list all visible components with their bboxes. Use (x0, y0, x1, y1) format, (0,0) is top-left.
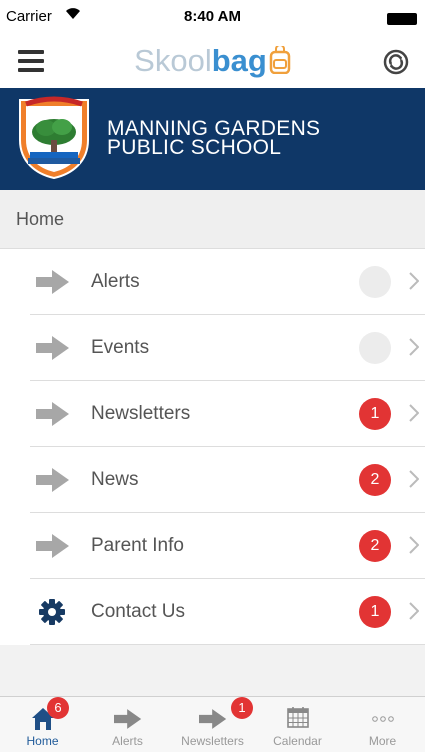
arrow-right-icon (36, 270, 70, 299)
section-title: Home (16, 209, 65, 229)
menu-item-label: News (91, 469, 139, 490)
tab-label: Alerts (112, 734, 143, 748)
count-badge: 2 (359, 464, 391, 496)
arrow-right-icon (36, 336, 70, 365)
tab-label: Newsletters (181, 734, 244, 748)
menu-item-label: Newsletters (91, 403, 191, 424)
backpack-icon (269, 44, 291, 81)
school-name: MANNING GARDENS PUBLIC SCHOOL (107, 118, 320, 159)
menu-item-news[interactable]: News 2 (0, 447, 425, 513)
home-icon (0, 705, 85, 731)
arrow-right-icon (36, 534, 70, 563)
count-badge: 0 (359, 332, 391, 364)
tab-label: More (368, 734, 397, 748)
school-banner: MANNING GARDENS PUBLIC SCHOOL (0, 88, 425, 190)
chevron-right-icon (409, 404, 420, 427)
tab-home[interactable]: 6 Home (0, 697, 85, 752)
tab-calendar[interactable]: Calendar (255, 697, 340, 752)
clock: 8:40 AM (184, 8, 241, 25)
count-badge: 1 (359, 398, 391, 430)
battery-icon (387, 13, 417, 25)
tab-label: Home (26, 734, 59, 748)
menu-item-events[interactable]: Events 0 (0, 315, 425, 381)
arrow-right-icon (36, 468, 70, 497)
menu-item-label: Events (91, 337, 150, 358)
app-logo: Skoolbag (0, 44, 425, 81)
logo-text-bag: bag (211, 43, 267, 78)
tab-more[interactable]: More (340, 697, 425, 752)
arrow-right-icon (85, 705, 170, 731)
tab-alerts[interactable]: Alerts (85, 697, 170, 752)
arrow-right-icon (36, 402, 70, 431)
gear-icon (38, 598, 66, 631)
chevron-right-icon (409, 272, 420, 295)
tab-bar: 6 Home Alerts 1 Newsletters Calendar Mor… (0, 696, 425, 752)
count-badge: 1 (359, 596, 391, 628)
tab-newsletters[interactable]: 1 Newsletters (170, 697, 255, 752)
count-badge: 2 (359, 530, 391, 562)
school-name-line2: PUBLIC SCHOOL (107, 136, 282, 159)
tab-badge: 6 (47, 697, 69, 719)
sync-icon[interactable] (383, 49, 409, 75)
chevron-right-icon (409, 470, 420, 493)
menu-item-contact-us[interactable]: Contact Us 1 (0, 579, 425, 645)
tab-badge: 1 (231, 697, 253, 719)
menu-item-alerts[interactable]: Alerts 0 (0, 249, 425, 315)
menu-item-newsletters[interactable]: Newsletters 1 (0, 381, 425, 447)
menu-item-parent-info[interactable]: Parent Info 2 (0, 513, 425, 579)
calendar-icon (255, 705, 340, 731)
menu-item-label: Contact Us (91, 601, 185, 622)
school-crest-logo (16, 96, 92, 185)
logo-text-skool: Skool (134, 43, 212, 78)
menu-item-label: Alerts (91, 271, 140, 292)
nav-bar: Skoolbag (0, 34, 425, 88)
home-menu-list: Alerts 0 Events 0 Newsletters 1 News 2 P… (0, 249, 425, 645)
chevron-right-icon (409, 536, 420, 559)
count-badge: 0 (359, 266, 391, 298)
menu-item-label: Parent Info (91, 535, 184, 556)
status-bar: Carrier 8:40 AM (0, 0, 425, 34)
section-header: Home (0, 190, 425, 249)
chevron-right-icon (409, 338, 420, 361)
tab-label: Calendar (273, 734, 322, 748)
more-icon (340, 705, 425, 731)
chevron-right-icon (409, 602, 420, 625)
